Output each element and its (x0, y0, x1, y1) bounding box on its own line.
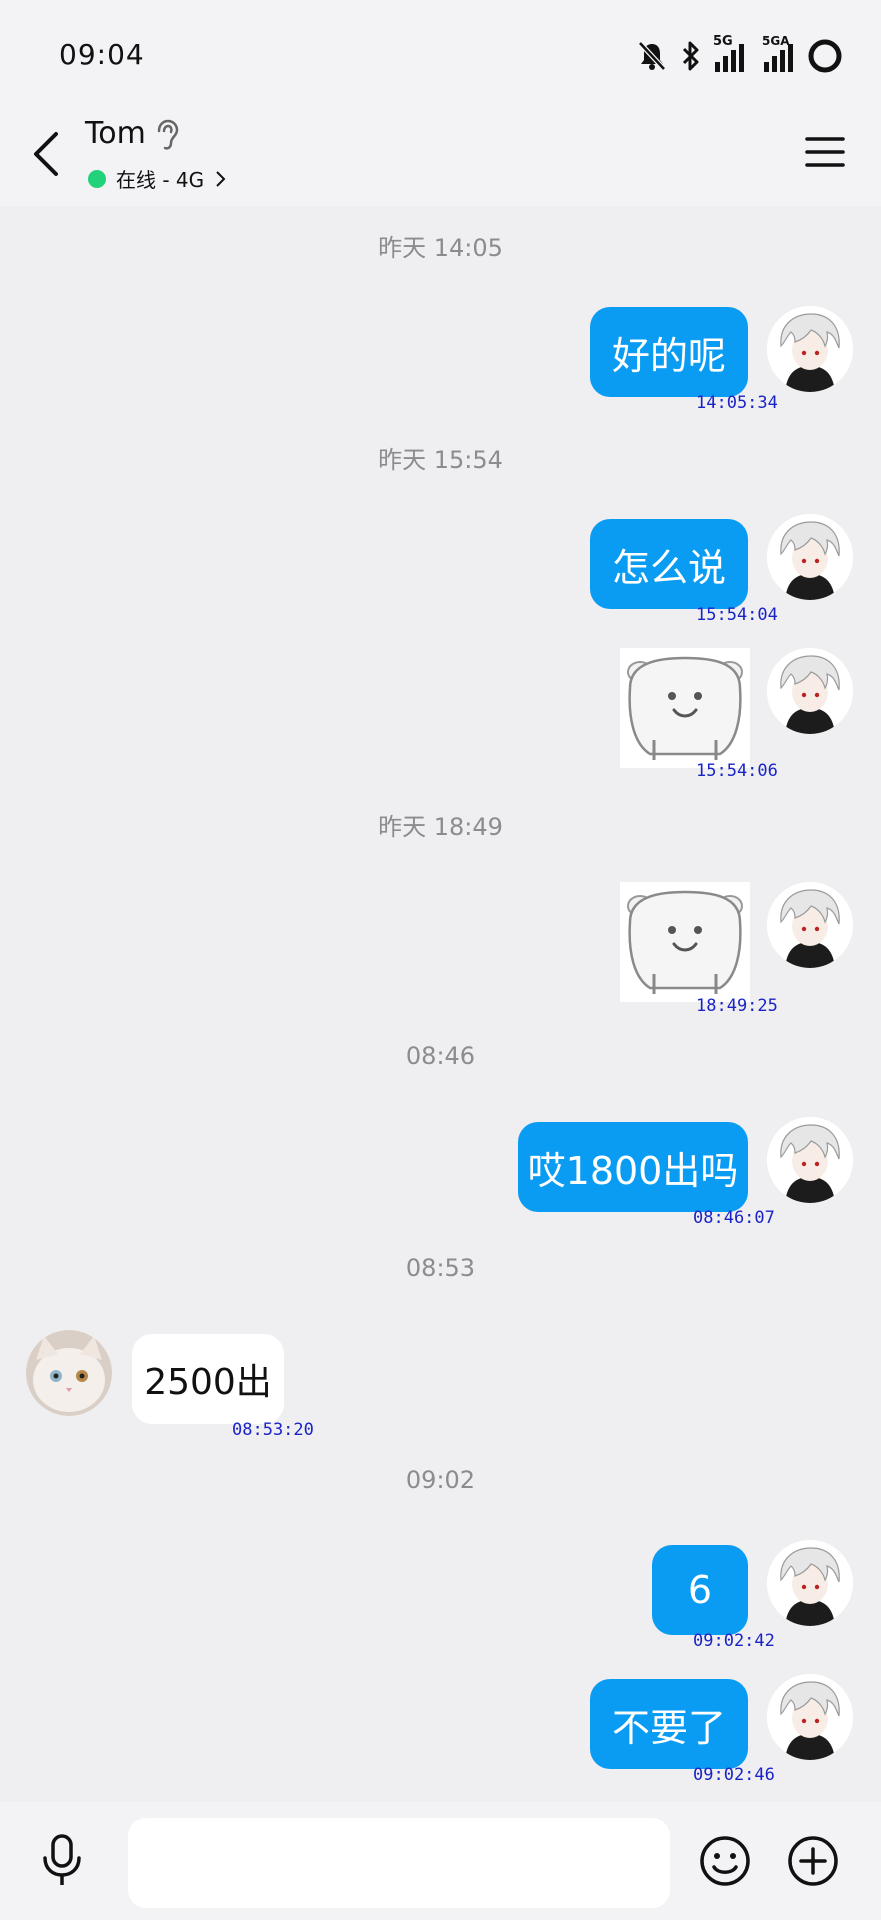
contact-name[interactable]: Tom (85, 116, 146, 151)
message-time: 18:49:25 (696, 996, 778, 1016)
smiling-blob-sticker[interactable] (620, 882, 750, 1002)
my-avatar[interactable] (767, 648, 853, 734)
chat-header: Tom 在线 - 4G (0, 110, 881, 206)
message-bubble-incoming[interactable]: 2500出 (132, 1334, 284, 1424)
chat-timestamp: 08:46 (405, 1042, 476, 1070)
message-time: 15:54:06 (696, 761, 778, 781)
microphone-icon (43, 1834, 81, 1885)
bell-off-icon (637, 40, 667, 72)
online-status-text: 在线 - 4G (116, 168, 205, 192)
signal-5g-icon: 5G (713, 34, 744, 72)
chat-timestamp: 昨天 15:54 (378, 446, 503, 474)
signal-5g-label: 5G (713, 34, 733, 49)
message-time: 08:46:07 (693, 1208, 775, 1228)
more-button[interactable] (786, 1834, 840, 1892)
battery-ring-icon (807, 38, 843, 74)
message-input[interactable] (128, 1818, 670, 1908)
message-bubble-outgoing[interactable]: 6 (652, 1545, 748, 1635)
signal-5ga-icon: 5GA (762, 34, 793, 72)
message-time: 09:02:42 (693, 1631, 775, 1651)
my-avatar[interactable] (767, 882, 853, 968)
message-bubble-outgoing[interactable]: 怎么说 (590, 519, 748, 609)
menu-button[interactable] (805, 132, 845, 172)
emoji-button[interactable] (698, 1834, 752, 1892)
chevron-left-icon (34, 132, 58, 176)
message-time: 09:02:46 (693, 1765, 775, 1785)
my-avatar[interactable] (767, 514, 853, 600)
plus-icon (788, 1836, 838, 1886)
my-avatar[interactable] (767, 306, 853, 392)
my-avatar[interactable] (767, 1117, 853, 1203)
my-avatar[interactable] (767, 1540, 853, 1626)
smiling-blob-sticker[interactable] (620, 648, 750, 768)
status-time: 09:04 (59, 38, 145, 71)
message-time: 15:54:04 (696, 605, 778, 625)
message-time: 14:05:34 (696, 393, 778, 413)
hamburger-menu-icon (805, 137, 845, 167)
signal-5ga-label: 5GA (762, 34, 790, 48)
status-bar: 09:04 5G 5GA (0, 0, 881, 110)
back-button[interactable] (28, 126, 68, 182)
message-time: 08:53:20 (232, 1420, 314, 1440)
chat-timestamp: 09:02 (405, 1466, 476, 1494)
input-bar (0, 1802, 881, 1920)
online-dot (88, 169, 106, 188)
chat-timestamp: 08:53 (405, 1254, 476, 1282)
ear-icon[interactable] (154, 118, 180, 156)
emoji-icon (700, 1836, 750, 1886)
chat-timestamp: 昨天 18:49 (378, 813, 503, 841)
my-avatar[interactable] (767, 1674, 853, 1760)
message-bubble-outgoing[interactable]: 哎1800出吗 (518, 1122, 748, 1212)
chat-timestamp: 昨天 14:05 (378, 234, 503, 262)
contact-avatar[interactable] (26, 1330, 112, 1416)
status-icons: 5G 5GA (637, 34, 843, 76)
online-status[interactable]: 在线 - 4G (88, 164, 230, 193)
message-bubble-outgoing[interactable]: 好的呢 (590, 307, 748, 397)
chevron-right-icon (216, 170, 226, 187)
bluetooth-icon (681, 40, 701, 72)
voice-button[interactable] (38, 1832, 86, 1892)
message-bubble-outgoing[interactable]: 不要了 (590, 1679, 748, 1769)
